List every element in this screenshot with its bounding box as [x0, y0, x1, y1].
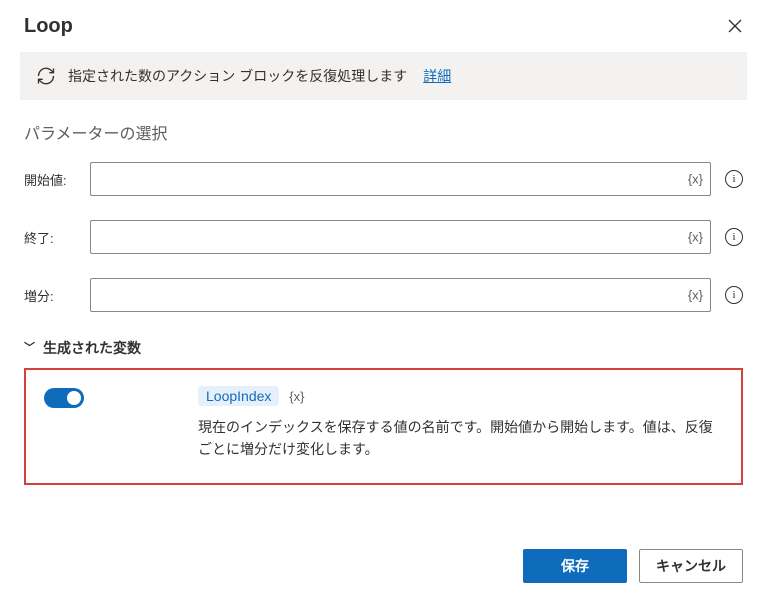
generated-vars-title: 生成された変数 [43, 338, 141, 358]
start-input[interactable] [90, 162, 711, 196]
params-section-title: パラメーターの選択 [24, 120, 743, 144]
end-input[interactable] [90, 220, 711, 254]
info-icon[interactable]: i [725, 170, 743, 188]
variable-picker-icon[interactable]: {x} [688, 230, 703, 245]
variable-picker-icon[interactable]: {x} [688, 288, 703, 303]
param-row-increment: 増分: {x} i [24, 278, 743, 312]
info-icon[interactable]: i [725, 286, 743, 304]
generated-vars-header[interactable]: ﹀ 生成された変数 [24, 338, 743, 358]
dialog-header: Loop [0, 0, 767, 48]
description-text: 指定された数のアクション ブロックを反復処理します [68, 66, 407, 86]
content-area: パラメーターの選択 開始値: {x} i 終了: {x} i 増分: {x} i [0, 114, 767, 535]
generated-var-content: LoopIndex {x} 現在のインデックスを保存する値の名前です。開始値から… [108, 386, 723, 461]
loop-icon [36, 66, 56, 86]
generated-var-highlight: LoopIndex {x} 現在のインデックスを保存する値の名前です。開始値から… [24, 368, 743, 485]
loop-dialog: Loop 指定された数のアクション ブロックを反復処理します 詳細 パラメーター… [0, 0, 767, 603]
description-bar: 指定された数のアクション ブロックを反復処理します 詳細 [20, 52, 747, 100]
param-label: 終了: [24, 228, 76, 247]
save-button[interactable]: 保存 [523, 549, 627, 583]
input-wrap: {x} [90, 162, 711, 196]
param-label: 増分: [24, 286, 76, 305]
param-label: 開始値: [24, 170, 76, 189]
generated-var-description: 現在のインデックスを保存する値の名前です。開始値から開始します。値は、反復ごとに… [198, 416, 723, 461]
input-wrap: {x} [90, 278, 711, 312]
generated-var-name[interactable]: LoopIndex [198, 386, 279, 406]
chevron-down-icon: ﹀ [24, 339, 35, 355]
input-wrap: {x} [90, 220, 711, 254]
close-button[interactable] [723, 14, 747, 38]
variable-picker-icon[interactable]: {x} [688, 172, 703, 187]
variable-token-icon: {x} [289, 389, 304, 404]
info-icon[interactable]: i [725, 228, 743, 246]
param-row-start: 開始値: {x} i [24, 162, 743, 196]
increment-input[interactable] [90, 278, 711, 312]
generated-var-row: LoopIndex {x} [198, 386, 723, 416]
cancel-button[interactable]: キャンセル [639, 549, 743, 583]
generated-var-toggle[interactable] [44, 388, 84, 408]
dialog-footer: 保存 キャンセル [0, 535, 767, 603]
param-row-end: 終了: {x} i [24, 220, 743, 254]
details-link[interactable]: 詳細 [423, 66, 451, 86]
dialog-title: Loop [24, 15, 73, 38]
